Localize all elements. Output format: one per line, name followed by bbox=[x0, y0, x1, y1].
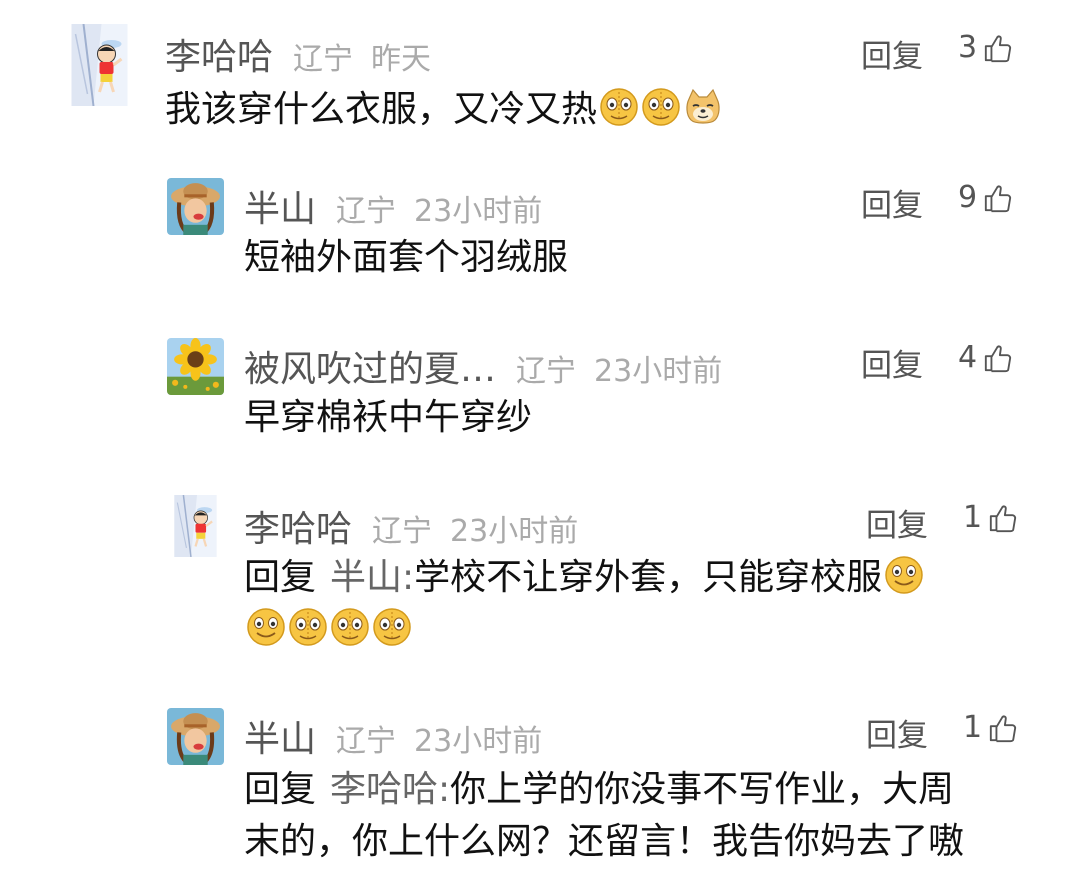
comment-time: 昨天 bbox=[371, 42, 432, 77]
comment-body: 学校不让穿外套，只能穿校服 bbox=[414, 557, 883, 598]
author-name[interactable]: 半山 bbox=[244, 180, 316, 232]
like-button[interactable]: 4 bbox=[958, 340, 1013, 375]
author-location: 辽宁 bbox=[516, 354, 577, 389]
comment-meta: 李哈哈 辽宁 昨天 bbox=[165, 28, 431, 80]
reply-button[interactable]: 回复 bbox=[861, 180, 923, 225]
reply-button[interactable]: 回复 bbox=[866, 500, 928, 545]
like-button[interactable]: 9 bbox=[958, 180, 1013, 215]
avatar[interactable] bbox=[57, 24, 142, 106]
comment-text: 早穿棉袄中午穿纱 bbox=[244, 397, 533, 438]
like-count: 1 bbox=[963, 500, 983, 535]
grin-sweat-emoji-icon bbox=[599, 87, 639, 127]
reply-item: 被风吹过的夏… 辽宁 23小时前 回复 4 早穿棉袄中午穿纱 bbox=[0, 330, 1080, 480]
like-count: 4 bbox=[958, 340, 978, 375]
like-count: 3 bbox=[958, 30, 978, 65]
comment-body-line1: 你上学的你没事不写作业，大周 bbox=[450, 769, 955, 810]
author-location: 辽宁 bbox=[372, 514, 433, 549]
avatar[interactable] bbox=[167, 178, 224, 235]
straw-hat-girl-avatar bbox=[167, 178, 224, 235]
reply-item: 半山 辽宁 23小时前 回复 9 短袖外面套个羽绒服 bbox=[0, 170, 1080, 320]
comment-meta: 被风吹过的夏… 辽宁 23小时前 bbox=[244, 340, 722, 392]
author-location: 辽宁 bbox=[336, 194, 397, 229]
smile-emoji-icon bbox=[884, 555, 924, 595]
comment-body: 我该穿什么衣服，又冷又热 bbox=[165, 89, 598, 130]
avatar[interactable] bbox=[167, 708, 224, 765]
author-location: 辽宁 bbox=[293, 42, 354, 77]
thumbs-up-icon bbox=[983, 183, 1013, 213]
straw-hat-girl-avatar bbox=[167, 708, 224, 765]
comment-text: 短袖外面套个羽绒服 bbox=[244, 237, 569, 278]
grin-sweat-emoji-icon bbox=[641, 87, 681, 127]
crayon-shin-chan-avatar bbox=[57, 24, 142, 106]
comment-text: 我该穿什么衣服，又冷又热 bbox=[165, 84, 1045, 136]
like-button[interactable]: 1 bbox=[963, 500, 1018, 535]
smile-emoji-icon bbox=[246, 607, 286, 647]
like-count: 9 bbox=[958, 180, 978, 215]
grin-sweat-emoji-icon bbox=[330, 607, 370, 647]
like-count: 1 bbox=[963, 710, 983, 745]
comment-text: 回复 半山:学校不让穿外套，只能穿校服 bbox=[244, 552, 1044, 656]
thumbs-up-icon bbox=[988, 713, 1018, 743]
crayon-shin-chan-avatar bbox=[167, 495, 224, 557]
reply-prefix: 回复 bbox=[244, 557, 317, 598]
grin-sweat-emoji-icon bbox=[288, 607, 328, 647]
like-button[interactable]: 1 bbox=[963, 710, 1018, 745]
reply-item: 李哈哈 辽宁 23小时前 回复 1 回复 半山:学校不让穿外套，只能穿校服 bbox=[0, 490, 1080, 690]
reply-item: 半山 辽宁 23小时前 回复 1 回复 李哈哈:你上学的你没事不写作业，大周 末的，… bbox=[0, 700, 1080, 889]
doge-emoji-icon bbox=[683, 87, 723, 127]
sunflower-avatar bbox=[167, 338, 224, 395]
comment-meta: 李哈哈 辽宁 23小时前 bbox=[244, 500, 578, 552]
comment-time: 23小时前 bbox=[414, 194, 543, 229]
comment-meta: 半山 辽宁 23小时前 bbox=[244, 710, 542, 762]
author-name[interactable]: 半山 bbox=[244, 710, 316, 762]
comment-text: 回复 李哈哈:你上学的你没事不写作业，大周末的，你上什么网？还留言！我告你妈去了嗷 bbox=[244, 764, 1064, 868]
thumbs-up-icon bbox=[983, 343, 1013, 373]
comment-time: 23小时前 bbox=[450, 514, 579, 549]
author-name[interactable]: 李哈哈 bbox=[165, 28, 273, 80]
thumbs-up-icon bbox=[988, 503, 1018, 533]
comment-time: 23小时前 bbox=[594, 354, 723, 389]
reply-button[interactable]: 回复 bbox=[861, 340, 923, 385]
comment-time: 23小时前 bbox=[414, 724, 543, 759]
comment-meta: 半山 辽宁 23小时前 bbox=[244, 180, 542, 232]
avatar[interactable] bbox=[167, 495, 224, 557]
reply-button[interactable]: 回复 bbox=[866, 710, 928, 755]
grin-sweat-emoji-icon bbox=[372, 607, 412, 647]
author-name[interactable]: 李哈哈 bbox=[244, 500, 352, 552]
avatar[interactable] bbox=[167, 338, 224, 395]
author-name[interactable]: 被风吹过的夏… bbox=[244, 340, 496, 392]
like-button[interactable]: 3 bbox=[958, 30, 1013, 65]
author-location: 辽宁 bbox=[336, 724, 397, 759]
comment-body-line2: 末的，你上什么网？还留言！我告你妈去了嗷 bbox=[244, 821, 965, 862]
comment-item: 李哈哈 辽宁 昨天 回复 3 我该穿什么衣服，又冷又热 bbox=[0, 0, 1080, 170]
thumbs-up-icon bbox=[983, 33, 1013, 63]
reply-target-name[interactable]: 李哈哈: bbox=[330, 769, 450, 810]
reply-button[interactable]: 回复 bbox=[861, 31, 923, 76]
reply-target-name[interactable]: 半山: bbox=[330, 557, 414, 598]
reply-prefix: 回复 bbox=[244, 769, 317, 810]
